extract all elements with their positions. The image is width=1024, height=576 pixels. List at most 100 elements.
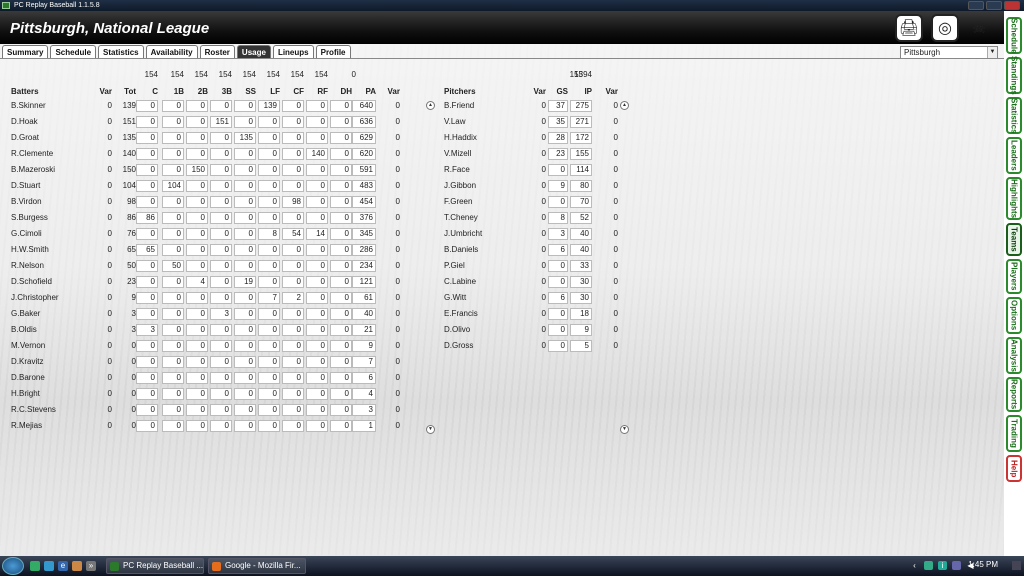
position-games-input[interactable]: 0 <box>258 388 280 400</box>
position-games-input[interactable]: 0 <box>210 356 232 368</box>
position-games-input[interactable]: 0 <box>210 292 232 304</box>
position-games-input[interactable]: 7 <box>258 292 280 304</box>
position-games-input[interactable]: 0 <box>258 164 280 176</box>
position-games-input[interactable]: 0 <box>162 132 184 144</box>
position-games-input[interactable]: 0 <box>306 100 328 112</box>
position-games-input[interactable]: 135 <box>234 132 256 144</box>
position-games-input[interactable]: 0 <box>306 292 328 304</box>
pa-input[interactable]: 640 <box>352 100 376 112</box>
position-games-input[interactable]: 0 <box>258 420 280 432</box>
position-games-input[interactable]: 0 <box>330 148 352 160</box>
position-games-input[interactable]: 0 <box>258 356 280 368</box>
position-games-input[interactable]: 0 <box>282 372 304 384</box>
position-games-input[interactable]: 0 <box>136 132 158 144</box>
position-games-input[interactable]: 0 <box>330 292 352 304</box>
position-games-input[interactable]: 0 <box>282 148 304 160</box>
position-games-input[interactable]: 0 <box>186 100 208 112</box>
position-games-input[interactable]: 0 <box>136 260 158 272</box>
media-icon[interactable] <box>72 561 82 571</box>
side-tab-help[interactable]: Help <box>1006 455 1022 482</box>
position-games-input[interactable]: 0 <box>210 324 232 336</box>
position-games-input[interactable]: 0 <box>162 292 184 304</box>
gs-input[interactable]: 9 <box>548 180 568 192</box>
gs-input[interactable]: 23 <box>548 148 568 160</box>
position-games-input[interactable]: 0 <box>258 308 280 320</box>
position-games-input[interactable]: 0 <box>162 340 184 352</box>
position-games-input[interactable]: 140 <box>306 148 328 160</box>
side-tab-analysis[interactable]: Analysis <box>1006 337 1022 374</box>
position-games-input[interactable]: 0 <box>330 372 352 384</box>
tab-lineups[interactable]: Lineups <box>272 45 314 59</box>
position-games-input[interactable]: 0 <box>330 260 352 272</box>
position-games-input[interactable]: 0 <box>330 244 352 256</box>
position-games-input[interactable]: 0 <box>136 420 158 432</box>
position-games-input[interactable]: 98 <box>282 196 304 208</box>
position-games-input[interactable]: 0 <box>234 340 256 352</box>
position-games-input[interactable]: 0 <box>306 340 328 352</box>
position-games-input[interactable]: 0 <box>234 372 256 384</box>
position-games-input[interactable]: 0 <box>162 324 184 336</box>
pitchers-scroll-up-icon[interactable]: ▲ <box>620 101 629 110</box>
position-games-input[interactable]: 54 <box>282 228 304 240</box>
ip-input[interactable]: 9 <box>570 324 592 336</box>
switch-windows-icon[interactable] <box>44 561 54 571</box>
gs-input[interactable]: 35 <box>548 116 568 128</box>
position-games-input[interactable]: 86 <box>136 212 158 224</box>
position-games-input[interactable]: 0 <box>210 132 232 144</box>
pa-input[interactable]: 7 <box>352 356 376 368</box>
position-games-input[interactable]: 0 <box>282 324 304 336</box>
gs-input[interactable]: 37 <box>548 100 568 112</box>
position-games-input[interactable]: 0 <box>282 244 304 256</box>
position-games-input[interactable]: 0 <box>210 340 232 352</box>
position-games-input[interactable]: 0 <box>186 260 208 272</box>
ip-input[interactable]: 33 <box>570 260 592 272</box>
position-games-input[interactable]: 104 <box>162 180 184 192</box>
gs-input[interactable]: 0 <box>548 308 568 320</box>
position-games-input[interactable]: 0 <box>210 372 232 384</box>
position-games-input[interactable]: 0 <box>306 212 328 224</box>
side-tab-reports[interactable]: Reports <box>1006 377 1022 412</box>
batters-scroll-down-icon[interactable]: ▼ <box>426 425 435 434</box>
position-games-input[interactable]: 3 <box>210 308 232 320</box>
gs-input[interactable]: 0 <box>548 164 568 176</box>
ip-input[interactable]: 271 <box>570 116 592 128</box>
position-games-input[interactable]: 0 <box>234 308 256 320</box>
position-games-input[interactable]: 0 <box>186 292 208 304</box>
gs-input[interactable]: 0 <box>548 324 568 336</box>
pa-input[interactable]: 483 <box>352 180 376 192</box>
position-games-input[interactable]: 0 <box>162 164 184 176</box>
position-games-input[interactable]: 0 <box>234 164 256 176</box>
position-games-input[interactable]: 0 <box>306 308 328 320</box>
side-tab-leaders[interactable]: Leaders <box>1006 137 1022 174</box>
ip-input[interactable]: 70 <box>570 196 592 208</box>
security-tray-icon[interactable] <box>924 561 933 570</box>
position-games-input[interactable]: 0 <box>330 164 352 176</box>
position-games-input[interactable]: 0 <box>306 372 328 384</box>
position-games-input[interactable]: 0 <box>186 404 208 416</box>
position-games-input[interactable]: 0 <box>186 116 208 128</box>
position-games-input[interactable]: 0 <box>136 180 158 192</box>
start-button[interactable] <box>2 557 24 575</box>
show-desktop-corner[interactable] <box>1012 561 1021 570</box>
web-icon[interactable]: ◎ <box>931 14 959 42</box>
position-games-input[interactable]: 0 <box>136 308 158 320</box>
position-games-input[interactable]: 0 <box>210 148 232 160</box>
position-games-input[interactable]: 0 <box>258 260 280 272</box>
ip-input[interactable]: 155 <box>570 148 592 160</box>
gs-input[interactable]: 0 <box>548 260 568 272</box>
position-games-input[interactable]: 0 <box>136 372 158 384</box>
position-games-input[interactable]: 0 <box>234 324 256 336</box>
position-games-input[interactable]: 0 <box>282 132 304 144</box>
gs-input[interactable]: 8 <box>548 212 568 224</box>
pa-input[interactable]: 454 <box>352 196 376 208</box>
position-games-input[interactable]: 0 <box>258 148 280 160</box>
ip-input[interactable]: 80 <box>570 180 592 192</box>
position-games-input[interactable]: 0 <box>282 100 304 112</box>
tab-statistics[interactable]: Statistics <box>98 45 144 59</box>
ip-input[interactable]: 275 <box>570 100 592 112</box>
gs-input[interactable]: 6 <box>548 292 568 304</box>
position-games-input[interactable]: 0 <box>210 260 232 272</box>
position-games-input[interactable]: 65 <box>136 244 158 256</box>
position-games-input[interactable]: 0 <box>186 148 208 160</box>
position-games-input[interactable]: 150 <box>186 164 208 176</box>
